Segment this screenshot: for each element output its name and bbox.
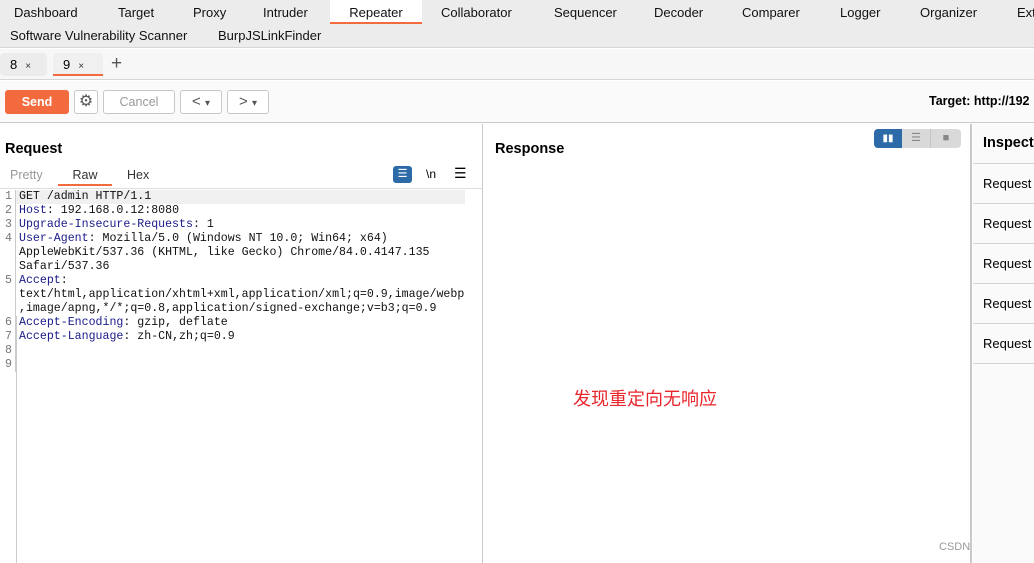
request-editor[interactable]: 1 GET /admin HTTP/1.1 2 Host: 192.168.0.12:… [0,190,483,372]
tab-label: 8 [10,57,18,72]
header-value: : 192.168.0.12:8080 [46,204,180,217]
inspector-row[interactable]: Request [973,204,1034,244]
nav-tab-sequencer[interactable]: Sequencer [554,5,617,20]
add-tab-button[interactable]: + [111,53,122,75]
header-name: Accept [19,274,61,287]
header-value: : 1 [192,218,214,231]
tab-label: 9 [63,57,71,72]
line-number: 9 [0,358,16,372]
line-number: 8 [0,344,16,358]
split-vertical-icon[interactable]: ☰ [902,129,931,148]
nav-tab-target[interactable]: Target [118,5,154,20]
inspector-panel: Inspect Request Request Request Request … [973,124,1034,563]
code-line: 3 Upgrade-Insecure-Requests: 1 [0,218,483,232]
code-line: 2 Host: 192.168.0.12:8080 [0,204,483,218]
line-number: 2 [0,204,16,218]
repeater-tab-9[interactable]: 9 × [53,53,103,76]
chevron-left-icon: < [192,93,201,110]
line-text: GET /admin HTTP/1.1 [16,190,465,204]
inspector-row[interactable]: Request [973,324,1034,364]
nav-tab-proxy[interactable]: Proxy [193,5,226,20]
target-label[interactable]: Target: http://192 [929,94,1029,108]
line-text [16,344,465,358]
nav-tab-repeater[interactable]: Repeater [330,0,422,24]
line-text: Accept-Encoding: gzip, deflate [16,316,465,330]
nav-tab-decoder[interactable]: Decoder [654,5,703,20]
chevron-right-icon: > [239,93,248,110]
nav-tab-comparer[interactable]: Comparer [742,5,800,20]
dropdown-icon[interactable]: ▾ [252,98,257,109]
tab-pretty[interactable]: Pretty [10,168,43,182]
header-name: Accept-Language [19,330,124,343]
forward-button[interactable]: > ▾ [227,90,269,114]
line-number: 6 [0,316,16,330]
menu-icon[interactable]: ☰ [454,165,467,182]
nav-tab-extension[interactable]: BurpJSLinkFinder [218,28,321,43]
code-line: 6 Accept-Encoding: gzip, deflate [0,316,483,330]
layout-toggle: ▮▮ ☰ ■ [874,129,961,148]
repeater-tabs: 8 × 9 × + [0,49,1034,80]
line-number: 1 [0,190,16,204]
line-number: 4 [0,232,16,274]
settings-gear-icon[interactable]: ⚙ [74,90,98,114]
word-wrap-icon[interactable]: ☰ [393,166,412,183]
single-pane-icon[interactable]: ■ [931,129,961,148]
line-text [16,358,465,372]
line-text: Upgrade-Insecure-Requests: 1 [16,218,465,232]
inspector-row[interactable]: Request [973,244,1034,284]
header-name: Host [19,204,47,217]
nav-tab-extension[interactable]: Software Vulnerability Scanner [10,28,187,43]
tab-hex[interactable]: Hex [127,168,149,182]
request-pane: Request Pretty Raw Hex ☰ \n ☰ 1 GET /admi… [0,124,483,563]
code-line: 1 GET /admin HTTP/1.1 [0,190,483,204]
line-number: 3 [0,218,16,232]
inspector-title: Inspect [973,124,1034,164]
annotation-text: 发现重定向无响应 [573,389,717,409]
inspector-row[interactable]: Request [973,164,1034,204]
nav-tab-ext[interactable]: Ext [1017,5,1034,20]
code-line: 5 Accept: text/html,application/xhtml+xml… [0,274,483,316]
line-number: 5 [0,274,16,316]
inspector-row[interactable]: Request [973,284,1034,324]
request-title: Request [5,141,63,157]
send-button[interactable]: Send [5,90,69,114]
code-line: 9 [0,358,483,372]
toolbar: Send ⚙ Cancel < ▾ > ▾ Target: http://192 [0,81,1034,123]
close-icon[interactable]: × [25,61,31,72]
header-value: : gzip, deflate [123,316,228,329]
gutter-line [16,316,17,563]
code-line: 4 User-Agent: Mozilla/5.0 (Windows NT 10.… [0,232,483,274]
code-line: 8 [0,344,483,358]
close-icon[interactable]: × [78,61,84,72]
top-nav: Dashboard Target Proxy Intruder Repeater Coll… [0,0,1034,48]
nav-tab-dashboard[interactable]: Dashboard [14,5,78,20]
divider [0,188,483,189]
header-name: User-Agent [19,232,89,245]
newline-toggle[interactable]: \n [426,167,436,181]
tab-raw[interactable]: Raw [58,168,112,186]
header-name: Accept-Encoding [19,316,124,329]
response-title: Response [495,141,565,157]
split-horizontal-icon[interactable]: ▮▮ [874,129,902,148]
header-value: GET /admin HTTP/1.1 [19,190,152,203]
back-button[interactable]: < ▾ [180,90,222,114]
line-text: Accept-Language: zh-CN,zh;q=0.9 [16,330,465,344]
header-name: Upgrade-Insecure-Requests [19,218,193,231]
line-number: 7 [0,330,16,344]
repeater-tab-8[interactable]: 8 × [0,53,47,76]
dropdown-icon[interactable]: ▾ [205,98,210,109]
response-pane: Response ▮▮ ☰ ■ 发现重定向无响应 CSDN @0rch1d [483,124,1018,563]
code-line: 7 Accept-Language: zh-CN,zh;q=0.9 [0,330,483,344]
line-text: Accept: text/html,application/xhtml+xml,… [16,274,465,316]
nav-tab-organizer[interactable]: Organizer [920,5,977,20]
header-value: : zh-CN,zh;q=0.9 [123,330,235,343]
cancel-button[interactable]: Cancel [103,90,175,114]
line-text: User-Agent: Mozilla/5.0 (Windows NT 10.0… [16,232,465,274]
header-value: : text/html,application/xhtml+xml,applic… [19,274,465,315]
line-text: Host: 192.168.0.12:8080 [16,204,465,218]
nav-tab-collaborator[interactable]: Collaborator [441,5,512,20]
nav-tab-logger[interactable]: Logger [840,5,880,20]
nav-tab-intruder[interactable]: Intruder [263,5,308,20]
